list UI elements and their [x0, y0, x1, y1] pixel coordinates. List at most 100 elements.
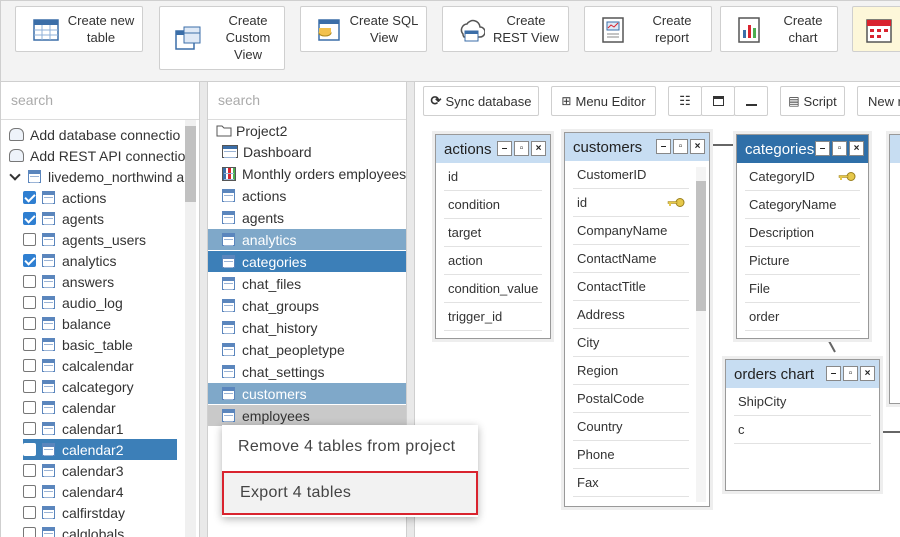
table-checkbox[interactable] [23, 233, 36, 246]
table-checkbox[interactable] [23, 506, 36, 519]
minimize-icon[interactable]: – [656, 139, 671, 154]
project-item[interactable]: agents [208, 207, 406, 228]
create-rest-view-button[interactable]: Create REST View [442, 6, 569, 52]
table-field[interactable]: action [444, 247, 542, 275]
table-checkbox[interactable] [23, 212, 36, 225]
window-icon[interactable]: ▫ [832, 141, 847, 156]
remove-tables-menu-item[interactable]: Remove 4 tables from project [222, 425, 478, 469]
table-list-item[interactable]: calglobals [23, 523, 177, 537]
actions-table-card[interactable]: actions – ▫ × id condition target action condi… [435, 134, 551, 339]
table-field[interactable]: Country [573, 413, 689, 441]
left-scrollbar-thumb[interactable] [185, 126, 196, 202]
orders-chart-card[interactable]: orders chart – ▫ × ShipCity c [725, 359, 880, 491]
database-node[interactable]: livedemo_northwind a [9, 166, 184, 187]
splitter-left[interactable] [200, 82, 207, 537]
partial-table-header[interactable] [890, 135, 900, 163]
table-field[interactable]: trigger_id [444, 303, 542, 331]
window-icon[interactable]: ▫ [843, 366, 858, 381]
table-list-item[interactable]: basic_table [23, 334, 177, 355]
close-icon[interactable]: × [531, 141, 546, 156]
create-chart-button[interactable]: Create chart [720, 6, 838, 52]
project-item[interactable]: chat_settings [208, 361, 406, 382]
table-checkbox[interactable] [23, 275, 36, 288]
table-field[interactable]: Fax [573, 469, 689, 497]
close-icon[interactable]: × [690, 139, 705, 154]
table-checkbox[interactable] [23, 254, 36, 267]
table-field[interactable]: id [444, 163, 542, 191]
categories-table-card[interactable]: categories – ▫ × CategoryID CategoryName Des… [736, 134, 869, 339]
project-item[interactable]: employees [208, 405, 406, 426]
table-field[interactable]: Description [745, 219, 860, 247]
project-item[interactable]: chat_files [208, 273, 406, 294]
table-list-item[interactable]: calcategory [23, 376, 177, 397]
table-field[interactable]: target [444, 219, 542, 247]
table-list-item[interactable]: calendar4 [23, 481, 177, 502]
connection-action-item[interactable]: Add REST API connectio [9, 145, 185, 166]
table-field[interactable]: CategoryName [745, 191, 860, 219]
project-item[interactable]: chat_history [208, 317, 406, 338]
table-field[interactable]: condition [444, 191, 542, 219]
close-icon[interactable]: × [849, 141, 864, 156]
project-item[interactable]: chat_groups [208, 295, 406, 316]
table-list-item[interactable]: balance [23, 313, 177, 334]
table-checkbox[interactable] [23, 443, 36, 456]
table-field[interactable]: Picture [745, 247, 860, 275]
table-field[interactable]: c [734, 416, 871, 444]
project-item[interactable]: categories [208, 251, 406, 272]
categories-table-header[interactable]: categories – ▫ × [737, 135, 868, 163]
calendar-button[interactable] [852, 6, 900, 52]
table-field[interactable]: Phone [573, 441, 689, 469]
table-list-item[interactable]: calfirstday [23, 502, 177, 523]
table-field[interactable]: ContactName [573, 245, 689, 273]
table-list-item[interactable]: answers [23, 271, 177, 292]
window-icon[interactable]: ▫ [514, 141, 529, 156]
create-custom-view-button[interactable]: Create Custom View [159, 6, 285, 70]
left-scrollbar[interactable] [185, 120, 196, 537]
close-icon[interactable]: × [860, 366, 875, 381]
table-checkbox[interactable] [23, 380, 36, 393]
table-list-item[interactable]: calendar [23, 397, 177, 418]
table-checkbox[interactable] [23, 338, 36, 351]
table-list-item[interactable]: calcalendar [23, 355, 177, 376]
window-icon[interactable]: ▫ [673, 139, 688, 154]
table-list-item[interactable]: calendar3 [23, 460, 177, 481]
customers-table-card[interactable]: customers – ▫ × CustomerID id CompanyName Con… [564, 132, 710, 507]
table-field[interactable]: File [745, 275, 860, 303]
customers-table-header[interactable]: customers – ▫ × [565, 133, 709, 161]
table-checkbox[interactable] [23, 464, 36, 477]
project-item[interactable]: Monthly orders employees [208, 163, 406, 184]
customers-scrollbar-thumb[interactable] [696, 181, 706, 311]
orders-chart-header[interactable]: orders chart – ▫ × [726, 360, 879, 388]
table-field[interactable]: City [573, 329, 689, 357]
table-checkbox[interactable] [23, 191, 36, 204]
table-checkbox[interactable] [23, 317, 36, 330]
table-field[interactable]: CustomerID [573, 161, 689, 189]
create-new-table-button[interactable]: Create new table [15, 6, 143, 52]
table-field[interactable]: CompanyName [573, 217, 689, 245]
table-checkbox[interactable] [23, 359, 36, 372]
customers-scrollbar[interactable] [696, 167, 706, 502]
minimize-icon[interactable]: – [497, 141, 512, 156]
table-field[interactable]: id [573, 189, 689, 217]
table-checkbox[interactable] [23, 422, 36, 435]
table-field[interactable]: ShipCity [734, 388, 871, 416]
project-root[interactable]: Project2 [216, 120, 287, 141]
table-checkbox[interactable] [23, 401, 36, 414]
table-list-item[interactable]: calendar1 [23, 418, 177, 439]
table-field[interactable]: Region [573, 357, 689, 385]
table-field[interactable]: Address [573, 301, 689, 329]
left-search-input[interactable]: search [1, 82, 199, 120]
connection-action-item[interactable]: Add database connectio [9, 124, 180, 145]
table-checkbox[interactable] [23, 485, 36, 498]
project-item[interactable]: chat_peopletype [208, 339, 406, 360]
partial-table-card[interactable] [889, 134, 900, 404]
actions-table-header[interactable]: actions – ▫ × [436, 135, 550, 163]
table-list-item[interactable]: audio_log [23, 292, 177, 313]
table-list-item[interactable]: analytics [23, 250, 177, 271]
chevron-down-icon[interactable] [9, 168, 21, 181]
table-checkbox[interactable] [23, 296, 36, 309]
project-item[interactable]: analytics [208, 229, 406, 250]
diagram-canvas[interactable]: ⟳ Sync database ⊞ Menu Editor ☷ ▤ Script Ne… [414, 82, 900, 537]
table-list-item[interactable]: actions [23, 187, 177, 208]
project-item[interactable]: Dashboard [208, 141, 406, 162]
